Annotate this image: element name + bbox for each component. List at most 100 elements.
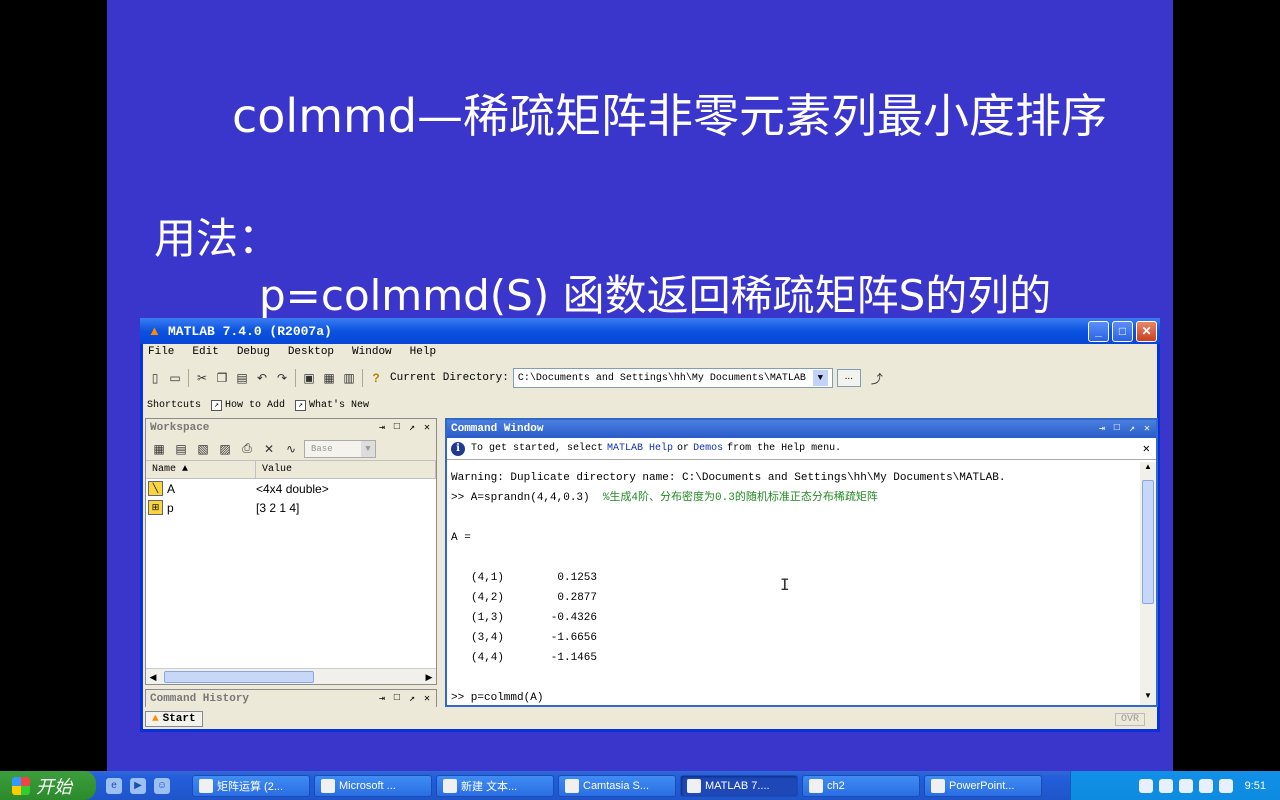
print-icon[interactable]: ⎙ bbox=[238, 440, 256, 458]
new-file-icon[interactable]: ▯ bbox=[145, 368, 165, 388]
cut-icon[interactable]: ✂ bbox=[192, 368, 212, 388]
column-value[interactable]: Value bbox=[256, 461, 436, 478]
dock-icon[interactable]: ↗ bbox=[409, 422, 415, 434]
keyboard-icon[interactable] bbox=[1138, 778, 1153, 793]
start-label: Start bbox=[162, 713, 196, 725]
command-output[interactable]: Warning: Duplicate directory name: C:\Do… bbox=[451, 468, 1141, 708]
maximize-panel-icon[interactable]: □ bbox=[394, 422, 400, 434]
simulink-icon[interactable]: ▣ bbox=[299, 368, 319, 388]
open-variable-icon[interactable]: ▤ bbox=[172, 440, 190, 458]
network-icon[interactable] bbox=[1178, 778, 1193, 793]
menu-debug[interactable]: Debug bbox=[234, 346, 273, 364]
taskbar-item-active[interactable]: MATLAB 7.... bbox=[680, 774, 798, 797]
undo-icon[interactable]: ↶ bbox=[252, 368, 272, 388]
scroll-left-icon[interactable]: ◀ bbox=[146, 670, 160, 684]
current-directory-field[interactable]: C:\Documents and Settings\hh\My Document… bbox=[512, 368, 833, 388]
workspace-scrollbar[interactable]: ◀ ▶ bbox=[146, 668, 436, 684]
menu-file[interactable]: File bbox=[145, 346, 177, 364]
media-player-icon[interactable]: ▶ bbox=[130, 777, 146, 794]
ie-icon[interactable]: e bbox=[106, 777, 122, 794]
system-tray: 9:51 bbox=[1070, 771, 1280, 800]
dock-icon[interactable]: ↗ bbox=[409, 693, 415, 705]
volume-icon[interactable] bbox=[1218, 778, 1233, 793]
undock-icon[interactable]: ⇥ bbox=[379, 422, 385, 434]
start-button[interactable]: ▲ Start bbox=[145, 711, 203, 727]
start-menu-button[interactable]: 开始 bbox=[0, 771, 96, 800]
variable-name: A bbox=[167, 481, 176, 496]
sparse-entry: (4,4) -1.1465 bbox=[451, 648, 1141, 668]
stack-base-select[interactable]: Base ▼ bbox=[304, 439, 376, 458]
table-row[interactable]: ╲ A <4x4 double> bbox=[146, 479, 436, 498]
maximize-panel-icon[interactable]: □ bbox=[394, 693, 400, 705]
profiler-icon[interactable]: ▥ bbox=[339, 368, 359, 388]
maximize-panel-icon[interactable]: □ bbox=[1114, 423, 1120, 435]
menu-bar: File Edit Debug Desktop Window Help bbox=[145, 346, 439, 364]
scroll-thumb[interactable] bbox=[1142, 480, 1154, 604]
import-data-icon[interactable]: ▧ bbox=[194, 440, 212, 458]
scroll-up-icon[interactable]: ▲ bbox=[1142, 462, 1154, 476]
messenger-icon[interactable]: ☺ bbox=[154, 777, 170, 794]
help-icon[interactable]: ? bbox=[366, 368, 386, 388]
open-folder-icon[interactable]: ▭ bbox=[165, 368, 185, 388]
security-icon[interactable] bbox=[1198, 778, 1213, 793]
copy-icon[interactable]: ❐ bbox=[212, 368, 232, 388]
matlab-title-bar[interactable]: ▲ MATLAB 7.4.0 (R2007a) _ □ ✕ bbox=[140, 318, 1160, 344]
start-menu-label: 开始 bbox=[36, 776, 72, 797]
command-window[interactable]: Command Window ⇥ □ ↗ ✕ i To get started,… bbox=[445, 418, 1158, 707]
plot-icon[interactable]: ∿ bbox=[282, 440, 300, 458]
close-button[interactable]: ✕ bbox=[1136, 321, 1157, 342]
menu-desktop[interactable]: Desktop bbox=[285, 346, 337, 364]
column-name[interactable]: Name ▲ bbox=[146, 461, 256, 478]
scroll-right-icon[interactable]: ▶ bbox=[422, 670, 436, 684]
help-tray-icon[interactable] bbox=[1158, 778, 1173, 793]
taskbar-item[interactable]: Microsoft ... bbox=[314, 774, 432, 797]
dock-icon[interactable]: ↗ bbox=[1129, 423, 1135, 435]
menu-help[interactable]: Help bbox=[407, 346, 439, 364]
command-text: >> A=sprandn(4,4,0.3) bbox=[451, 492, 603, 504]
menu-window[interactable]: Window bbox=[349, 346, 395, 364]
whats-new-link[interactable]: ↗ What's New bbox=[295, 399, 369, 411]
toolbar-separator bbox=[188, 369, 189, 387]
chevron-down-icon[interactable]: ▼ bbox=[812, 370, 828, 386]
demos-link[interactable]: Demos bbox=[693, 443, 723, 454]
close-panel-icon[interactable]: ✕ bbox=[424, 693, 430, 705]
shortcuts-label[interactable]: Shortcuts bbox=[147, 400, 201, 411]
up-folder-icon[interactable]: ⤴ bbox=[867, 368, 887, 388]
undock-icon[interactable]: ⇥ bbox=[1099, 423, 1105, 435]
overwrite-indicator: OVR bbox=[1114, 712, 1145, 726]
table-row[interactable]: ⊞ p [3 2 1 4] bbox=[146, 498, 436, 517]
taskbar-item[interactable]: Camtasia S... bbox=[558, 774, 676, 797]
undock-icon[interactable]: ⇥ bbox=[379, 693, 385, 705]
chevron-down-icon[interactable]: ▼ bbox=[361, 440, 375, 457]
slide-title: colmmd—稀疏矩阵非零元素列最小度排序 bbox=[232, 89, 1108, 143]
how-to-add-link[interactable]: ↗ How to Add bbox=[211, 399, 285, 411]
save-workspace-icon[interactable]: ▨ bbox=[216, 440, 234, 458]
scroll-down-icon[interactable]: ▼ bbox=[1142, 691, 1154, 705]
output-label: A = bbox=[451, 532, 471, 544]
command-line: >> p=colmmd(A) bbox=[451, 692, 544, 704]
paste-icon[interactable]: ▤ bbox=[232, 368, 252, 388]
taskbar-item[interactable]: 新建 文本... bbox=[436, 774, 554, 797]
menu-edit[interactable]: Edit bbox=[189, 346, 221, 364]
taskbar-item[interactable]: 矩阵运算 (2... bbox=[192, 774, 310, 797]
matlab-help-link[interactable]: MATLAB Help bbox=[607, 443, 673, 454]
matlab-logo-icon bbox=[687, 778, 701, 793]
guide-icon[interactable]: ▦ bbox=[319, 368, 339, 388]
new-variable-icon[interactable]: ▦ bbox=[150, 440, 168, 458]
scroll-thumb[interactable] bbox=[164, 670, 314, 683]
workspace-panel: Workspace ⇥ □ ↗ ✕ ▦ ▤ ▧ ▨ ⎙ ✕ ∿ Base ▼ N… bbox=[145, 418, 437, 685]
taskbar: 开始 e ▶ ☺ 矩阵运算 (2... Microsoft ... 新建 文本.… bbox=[0, 771, 1280, 800]
command-window-scrollbar[interactable]: ▲ ▼ bbox=[1140, 462, 1156, 705]
close-panel-icon[interactable]: ✕ bbox=[1144, 423, 1150, 435]
taskbar-item[interactable]: ch2 bbox=[802, 774, 920, 797]
delete-icon[interactable]: ✕ bbox=[260, 440, 278, 458]
variable-value: [3 2 1 4] bbox=[256, 500, 300, 515]
minimize-button[interactable]: _ bbox=[1088, 321, 1109, 342]
close-panel-icon[interactable]: ✕ bbox=[424, 422, 430, 434]
redo-icon[interactable]: ↷ bbox=[272, 368, 292, 388]
browse-button[interactable]: ... bbox=[836, 369, 861, 387]
close-icon[interactable]: ✕ bbox=[1143, 441, 1150, 456]
info-or: or bbox=[677, 443, 690, 454]
taskbar-item[interactable]: PowerPoint... bbox=[924, 774, 1042, 797]
maximize-button[interactable]: □ bbox=[1112, 321, 1133, 342]
